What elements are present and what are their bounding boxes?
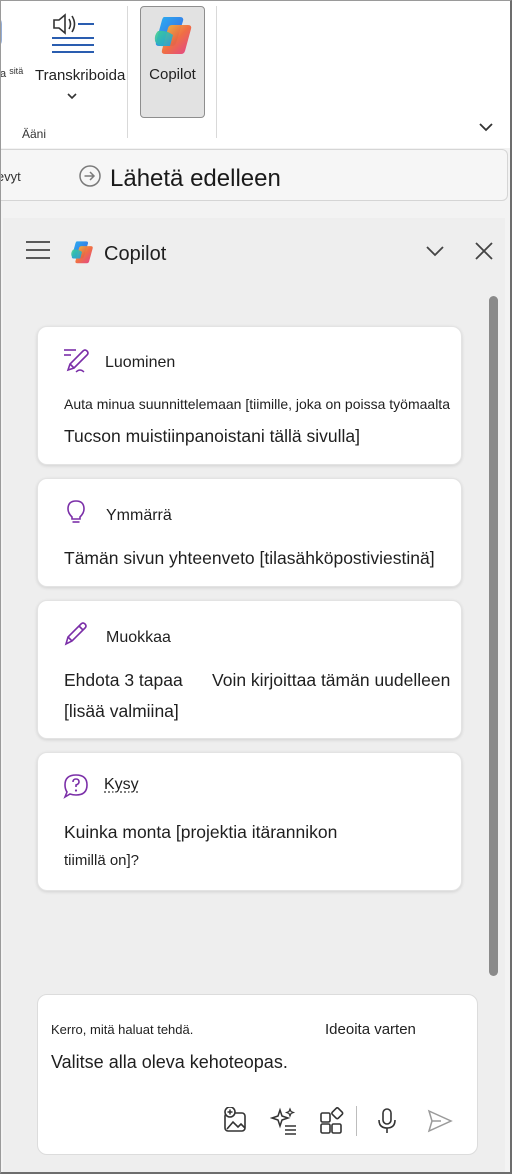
microphone-icon[interactable] (373, 1107, 401, 1135)
toolbar-partial-item[interactable]: levyt (0, 169, 21, 184)
dictate-button-label[interactable]: a sitä (0, 66, 23, 80)
collapse-ribbon-icon[interactable] (478, 121, 494, 133)
card-title: Muokkaa (106, 629, 171, 646)
card-prompt-line: Tucson muistiinpanoistani tällä sivulla] (64, 426, 361, 446)
ribbon-group-label: Ääni (22, 127, 47, 141)
ribbon: a sitä Transkriboida Ääni Copilot (0, 0, 512, 148)
hamburger-menu-icon[interactable] (25, 240, 51, 260)
copilot-logo-icon (150, 13, 196, 57)
composer-placeholder[interactable]: Valitse alla oleva kehoteopas. (51, 1052, 288, 1073)
pane-title: Copilot (104, 243, 167, 265)
add-image-icon[interactable] (221, 1107, 249, 1135)
composer-divider (356, 1106, 357, 1136)
card-prompt-line: Auta minua suunnittelemaan [tiimille, jo… (64, 396, 450, 412)
composer-hint: Kerro, mitä haluat tehdä. (51, 1022, 194, 1037)
card-prompt-line: Ehdota 3 tapaa (64, 670, 183, 690)
prompt-card-understand[interactable] (37, 478, 462, 587)
sparkle-prompts-icon[interactable] (270, 1107, 298, 1135)
scrollbar-thumb[interactable] (489, 296, 498, 976)
copilot-logo-icon (68, 239, 96, 265)
question-bubble-icon (62, 772, 90, 800)
card-prompt-line: tiimillä on]? (64, 852, 140, 869)
card-prompt-line: [lisää valmiina] (64, 701, 179, 721)
transcribe-icon[interactable] (50, 10, 96, 54)
ribbon-separator (127, 6, 128, 138)
pencil-icon (62, 620, 90, 648)
chat-composer[interactable] (37, 994, 478, 1155)
forward-icon[interactable] (78, 164, 102, 188)
ideas-link[interactable]: Ideoita varten (325, 1021, 416, 1038)
chevron-down-icon[interactable] (425, 245, 445, 257)
apps-icon[interactable] (318, 1107, 346, 1135)
card-prompt-line: Kuinka monta [projektia itärannikon (64, 822, 338, 842)
forward-button-label[interactable]: Lähetä edelleen (110, 165, 281, 193)
copilot-ribbon-label: Copilot (149, 66, 196, 83)
copilot-ribbon-button[interactable]: Copilot (140, 6, 205, 118)
dictate-icon[interactable] (0, 10, 12, 56)
send-icon[interactable] (426, 1107, 454, 1135)
chevron-down-icon[interactable] (66, 92, 78, 100)
card-title: Ymmärrä (106, 507, 172, 524)
card-title: Kysy (104, 776, 139, 793)
close-icon[interactable] (474, 241, 494, 261)
ribbon-separator (216, 6, 217, 138)
card-prompt-line: Voin kirjoittaa tämän uudelleen (212, 670, 451, 690)
transcribe-button-label[interactable]: Transkriboida (35, 67, 125, 84)
lightbulb-icon (62, 498, 90, 526)
pen-sparkle-icon (62, 346, 90, 374)
card-title: Luominen (105, 354, 176, 371)
card-prompt-line: Tämän sivun yhteenveto [tilasähköpostivi… (64, 548, 435, 568)
